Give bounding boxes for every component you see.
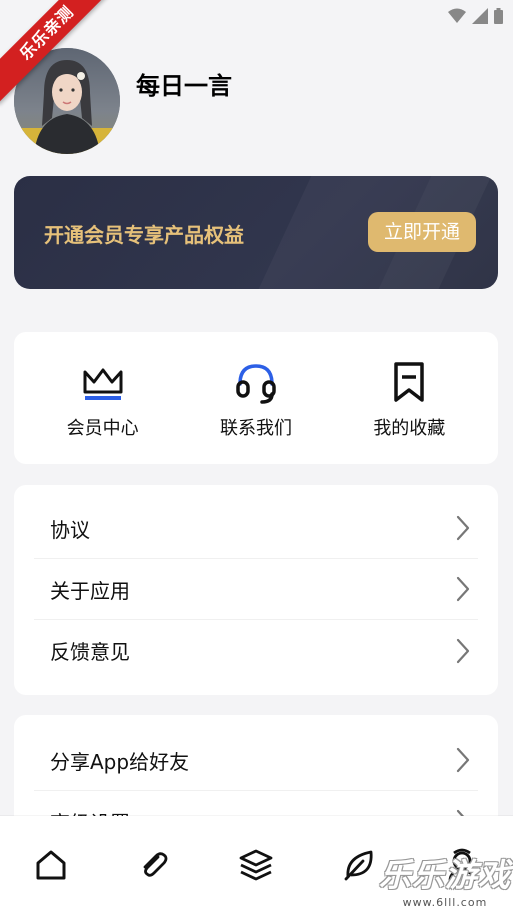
menu-item-about[interactable]: 关于应用 — [34, 559, 478, 620]
layers-icon — [240, 849, 273, 880]
home-icon — [36, 850, 66, 879]
signal-icon — [472, 8, 488, 24]
vip-title: 开通会员专享产品权益 — [44, 223, 244, 247]
profile-header: 每日一言 — [14, 48, 232, 154]
menu-item-label: 关于应用 — [50, 578, 130, 603]
headset-icon — [236, 364, 276, 404]
watermark-url: www.6lll.com — [402, 896, 488, 909]
chevron-right-icon — [456, 638, 470, 663]
menu-item-label: 分享App给好友 — [50, 749, 190, 774]
menu-item-feedback[interactable]: 反馈意见 — [34, 620, 478, 681]
bookmark-icon — [394, 362, 425, 402]
battery-icon — [494, 8, 503, 24]
site-watermark: 乐乐游戏 www.6lll.com — [379, 850, 511, 909]
chevron-right-icon — [456, 576, 470, 602]
quick-label: 会员中心 — [66, 418, 139, 439]
chevron-right-icon — [456, 515, 470, 541]
quick-item-member-center[interactable]: 会员中心 — [38, 332, 168, 464]
open-vip-button[interactable]: 立即开通 — [368, 212, 476, 252]
vip-banner[interactable]: 开通会员专享产品权益 立即开通 — [14, 176, 498, 289]
settings-menu-card: 协议 关于应用 反馈意见 — [14, 485, 498, 695]
menu-item-share[interactable]: 分享App给好友 — [34, 730, 478, 791]
menu-item-agreement[interactable]: 协议 — [34, 498, 478, 559]
crown-icon — [83, 368, 123, 400]
leaf-icon — [344, 850, 373, 880]
quick-item-favorites[interactable]: 我的收藏 — [344, 332, 474, 464]
chevron-right-icon — [456, 747, 470, 773]
wifi-icon — [448, 8, 466, 23]
watermark-text: 乐乐游戏 — [378, 856, 511, 894]
quick-item-contact-us[interactable]: 联系我们 — [191, 332, 321, 464]
quick-label: 联系我们 — [219, 418, 292, 439]
quick-actions-card: 会员中心 联系我们 我的收藏 — [14, 332, 498, 464]
paperclip-icon — [143, 851, 168, 877]
nav-attachments[interactable] — [124, 835, 184, 895]
menu-item-label: 协议 — [50, 517, 90, 542]
nav-home[interactable] — [21, 835, 81, 895]
nav-layers[interactable] — [226, 835, 286, 895]
quick-label: 我的收藏 — [373, 418, 446, 439]
status-icons — [448, 8, 503, 24]
menu-item-label: 反馈意见 — [50, 640, 130, 664]
user-name[interactable]: 每日一言 — [136, 66, 232, 101]
